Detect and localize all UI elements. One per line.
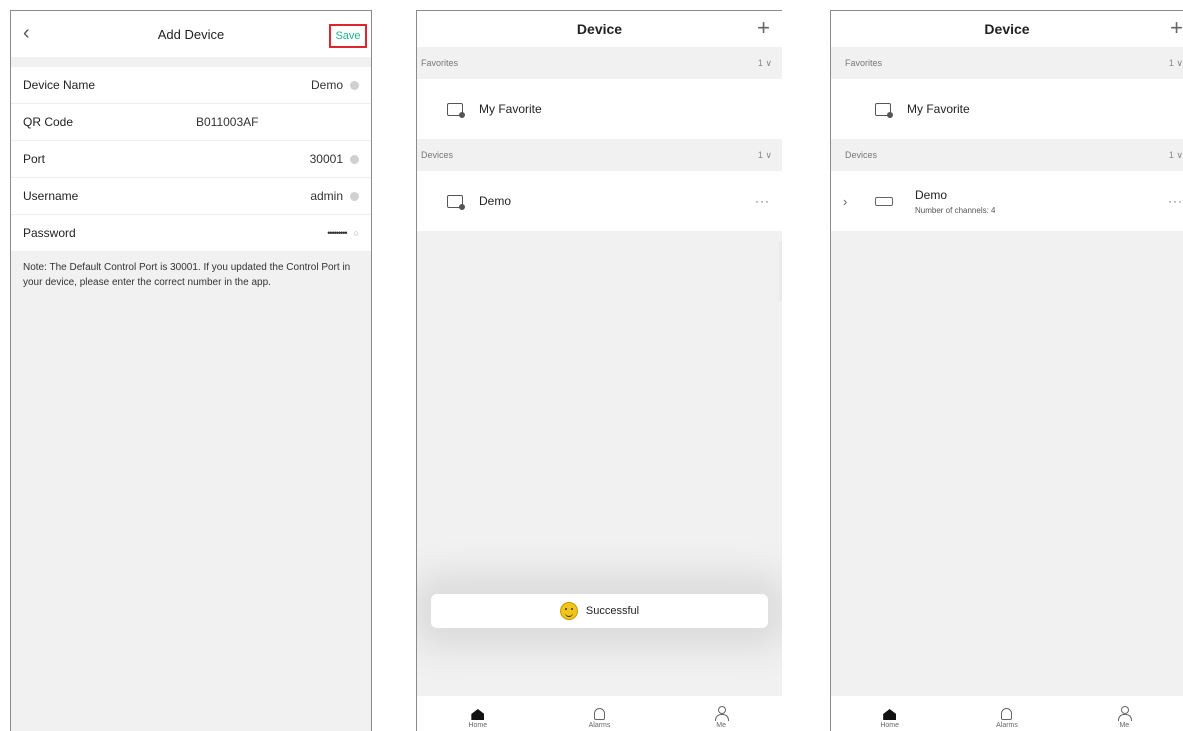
favorites-section-header[interactable]: Favorites 1 ∨ xyxy=(831,47,1183,79)
tab-me[interactable]: Me xyxy=(691,705,751,729)
device-name-field[interactable]: Demo xyxy=(311,78,343,92)
channel-count: Number of channels: 4 xyxy=(915,205,996,215)
tab-label: Me xyxy=(716,722,726,729)
tab-label: Home xyxy=(880,722,899,729)
tab-bar: Home Alarms Me xyxy=(831,696,1183,731)
header: ‹ Add Device Save xyxy=(11,11,371,57)
clear-icon[interactable] xyxy=(350,154,359,164)
favorite-item[interactable]: My Favorite xyxy=(417,79,782,139)
tab-label: Home xyxy=(468,722,488,729)
port-note: Note: The Default Control Port is 30001.… xyxy=(23,262,351,288)
eye-icon[interactable]: ○ xyxy=(354,228,359,238)
favorite-name: My Favorite xyxy=(907,102,970,116)
add-device-button[interactable]: + xyxy=(757,17,770,39)
success-toast: Successful xyxy=(431,594,768,628)
section-label: Favorites xyxy=(845,58,883,68)
tab-alarms[interactable]: Alarms xyxy=(569,707,629,729)
tab-label: Alarms xyxy=(588,722,611,729)
username-field[interactable]: admin xyxy=(310,189,343,203)
section-count: 1 ∨ xyxy=(757,149,772,160)
smiley-icon xyxy=(559,602,578,620)
scrollbar[interactable] xyxy=(779,241,782,301)
section-count: 1 ∨ xyxy=(757,57,772,68)
device-list-screen-expanded: Device + Favorites 1 ∨ My Favorite Devic… xyxy=(830,10,1183,731)
section-count: 1 ∨ xyxy=(1168,57,1183,68)
section-label: Devices xyxy=(845,150,878,160)
field-label: Port xyxy=(23,152,46,166)
tab-home[interactable]: Home xyxy=(448,707,508,729)
device-list-screen: Device + Favorites 1 ∨ My Favorite Devic… xyxy=(416,10,782,731)
devices-section-header[interactable]: Devices 1 ∨ xyxy=(831,139,1183,171)
home-icon xyxy=(883,709,897,720)
port-field[interactable]: 30001 xyxy=(310,152,343,166)
tab-label: Alarms xyxy=(996,722,1018,729)
header: Device + xyxy=(417,11,782,47)
field-label: Password xyxy=(23,226,76,240)
section-label: Favorites xyxy=(421,58,459,68)
field-label: QR Code xyxy=(23,115,74,129)
chevron-right-icon[interactable]: › xyxy=(843,194,847,209)
tab-alarms[interactable]: Alarms xyxy=(977,707,1037,729)
page-title: Add Device xyxy=(157,26,225,42)
section-label: Devices xyxy=(421,150,454,160)
more-icon[interactable]: ··· xyxy=(1168,194,1183,208)
field-label: Username xyxy=(23,189,79,203)
folder-icon xyxy=(875,102,893,118)
chevron-left-icon[interactable]: ‹ xyxy=(23,23,30,43)
add-device-button[interactable]: + xyxy=(1170,17,1183,39)
toast-text: Successful xyxy=(585,605,640,617)
chevron-down-icon: ∨ xyxy=(1176,57,1183,68)
username-row[interactable]: Username admin xyxy=(11,178,371,215)
password-row[interactable]: Password ••••••••• ○ xyxy=(11,215,371,252)
clear-icon[interactable] xyxy=(350,191,359,201)
page-title: Device xyxy=(576,21,623,37)
tab-label: Me xyxy=(1119,722,1130,729)
user-icon xyxy=(1118,706,1133,721)
device-name: Demo xyxy=(479,194,512,208)
section-count: 1 ∨ xyxy=(1168,149,1183,160)
port-row[interactable]: Port 30001 xyxy=(11,141,371,178)
device-form: Device Name Demo QR Code B011003AF Port … xyxy=(11,67,371,252)
header: Device + xyxy=(831,11,1183,47)
device-name-row[interactable]: Device Name Demo xyxy=(11,67,371,104)
favorite-item[interactable]: My Favorite xyxy=(831,79,1183,139)
device-item[interactable]: Demo ··· xyxy=(417,171,782,231)
nvr-icon xyxy=(875,196,893,206)
chevron-down-icon: ∨ xyxy=(1176,149,1183,160)
favorites-section-header[interactable]: Favorites 1 ∨ xyxy=(417,47,782,79)
devices-section-header[interactable]: Devices 1 ∨ xyxy=(417,139,782,171)
favorite-name: My Favorite xyxy=(479,102,542,116)
clear-icon[interactable] xyxy=(350,80,359,90)
field-label: Device Name xyxy=(23,78,96,92)
chevron-down-icon: ∨ xyxy=(765,57,772,68)
device-item[interactable]: › Demo Number of channels: 4 ··· xyxy=(831,171,1183,231)
qr-code-row[interactable]: QR Code B011003AF xyxy=(11,104,371,141)
tab-bar: Home Alarms Me xyxy=(417,696,782,731)
more-icon[interactable]: ··· xyxy=(755,194,770,208)
page-title: Device xyxy=(984,21,1030,37)
chevron-down-icon: ∨ xyxy=(765,149,772,160)
bell-icon xyxy=(1001,708,1013,720)
user-icon xyxy=(715,706,730,721)
tab-home[interactable]: Home xyxy=(860,707,920,729)
nvr-icon xyxy=(447,194,465,210)
bell-icon xyxy=(593,708,605,720)
tab-me[interactable]: Me xyxy=(1094,705,1154,729)
qr-code-field[interactable]: B011003AF xyxy=(196,115,259,129)
folder-icon xyxy=(447,102,465,118)
home-icon xyxy=(471,709,485,720)
add-device-screen: ‹ Add Device Save Device Name Demo QR Co… xyxy=(10,10,372,731)
save-button[interactable]: Save xyxy=(329,24,367,48)
device-name: Demo xyxy=(915,187,948,202)
device-info: Demo Number of channels: 4 xyxy=(915,188,996,215)
password-field[interactable]: ••••••••• xyxy=(327,228,347,238)
